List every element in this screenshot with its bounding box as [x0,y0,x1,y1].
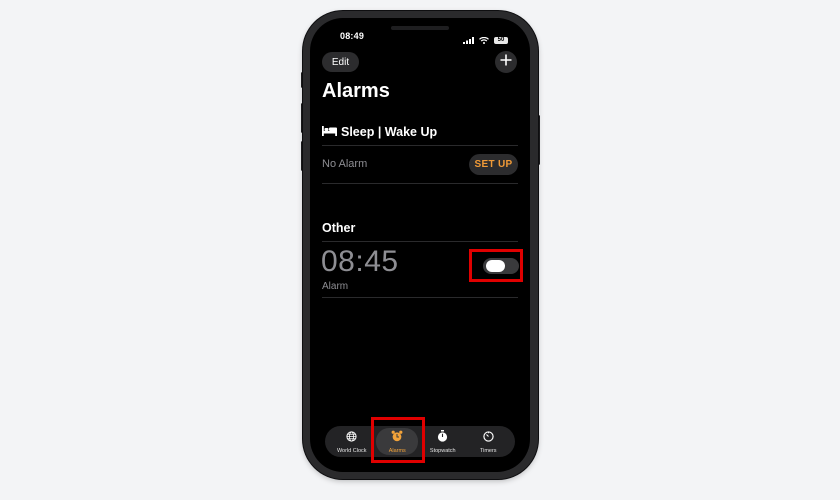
add-alarm-button[interactable] [495,51,517,73]
tab-label: Stopwatch [429,448,456,454]
sleep-section-header: Sleep | Wake Up [322,125,437,139]
divider [322,145,518,146]
tab-timers[interactable]: Timers [467,428,509,455]
tab-label: World Clock [336,448,367,454]
tab-label: Timers [479,448,497,454]
globe-icon [346,429,357,447]
setup-button[interactable]: SET UP [469,154,518,175]
toggle-highlight-box [469,249,523,282]
divider [322,241,518,242]
edit-button[interactable]: Edit [322,52,359,72]
tab-world-clock[interactable]: World Clock [331,428,373,455]
bed-icon [322,125,337,139]
alarm-label: Alarm [322,281,349,292]
phone-screen: 08:49 50 Edit Alarms Sleep | Wake Up No … [310,18,530,472]
no-alarm-text: No Alarm [322,158,368,170]
signal-icon [463,31,474,49]
tab-stopwatch[interactable]: Stopwatch [422,428,464,455]
sleep-section-title: Sleep | Wake Up [341,125,438,139]
plus-icon [500,53,512,71]
other-section-title: Other [322,221,356,235]
page-title: Alarms [322,80,390,102]
other-section-header: Other [322,221,355,235]
stopwatch-icon [437,429,448,447]
dynamic-island [391,26,449,30]
wifi-icon [479,31,489,49]
timer-icon [483,429,494,447]
alarms-tab-highlight-box [371,417,425,463]
alarm-time[interactable]: 08:45 [321,245,399,279]
divider [322,183,518,184]
battery-icon: 50 [494,36,508,44]
status-icons: 50 [463,31,508,49]
divider [322,297,518,298]
status-time: 08:49 [340,31,365,41]
